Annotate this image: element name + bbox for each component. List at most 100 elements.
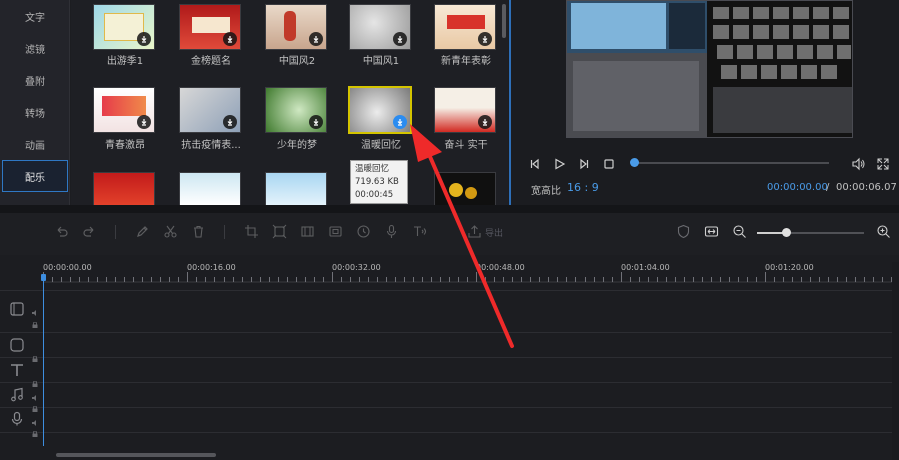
overlay-track-glyph <box>10 338 24 352</box>
stop-icon <box>604 159 614 169</box>
microphone-icon <box>11 411 23 426</box>
sidebar-item-music[interactable]: 配乐 <box>2 160 68 192</box>
panel-splitter[interactable] <box>0 205 899 213</box>
play-button[interactable] <box>551 156 567 172</box>
media-tile-outing[interactable] <box>93 4 155 50</box>
sidebar-item-overlay[interactable]: 叠附 <box>0 64 70 96</box>
track-audio-icon[interactable] <box>32 411 38 426</box>
sidebar-item-transitions[interactable]: 转场 <box>0 96 70 128</box>
prev-frame-button[interactable] <box>527 156 543 172</box>
edit-button[interactable] <box>133 222 151 240</box>
text-to-speech-button[interactable] <box>410 222 428 240</box>
stop-button[interactable] <box>601 156 617 172</box>
delete-button[interactable] <box>189 222 207 240</box>
media-tooltip: 温暖回忆 719.63 KB 00:00:45 <box>350 160 408 204</box>
track-lock-icon[interactable] <box>32 372 38 387</box>
download-icon[interactable] <box>393 115 407 129</box>
media-tile-flowers[interactable] <box>434 172 496 205</box>
download-icon[interactable] <box>223 115 237 129</box>
step-forward-icon <box>580 158 589 170</box>
time-separator: / <box>826 182 830 193</box>
sidebar-item-text[interactable]: 文字 <box>0 0 70 32</box>
playback-progress-knob[interactable] <box>630 158 639 167</box>
download-icon[interactable] <box>393 32 407 46</box>
zoom-out-button[interactable] <box>730 222 748 240</box>
download-icon[interactable] <box>137 32 151 46</box>
media-tile-strive[interactable] <box>434 87 496 133</box>
track-divider <box>0 432 892 433</box>
music-note-icon <box>11 387 23 402</box>
thumbnail-banner <box>102 96 146 116</box>
media-tile-sky[interactable] <box>179 172 241 205</box>
media-tile-label: 少年的梦 <box>277 140 317 151</box>
media-tile-red[interactable] <box>93 172 155 205</box>
record-voice-button[interactable] <box>382 222 400 240</box>
mosaic-button[interactable] <box>326 222 344 240</box>
thumbnail-card <box>192 17 230 33</box>
track-lock-icon[interactable] <box>32 313 38 328</box>
fullscreen-icon <box>877 158 889 170</box>
crop-button[interactable] <box>242 222 260 240</box>
marker-button[interactable] <box>674 222 692 240</box>
redo-button[interactable] <box>80 222 98 240</box>
scrollbar-thumb[interactable] <box>56 453 216 457</box>
scrollbar-thumb[interactable] <box>502 4 506 38</box>
cut-button[interactable] <box>161 222 179 240</box>
library-sidebar: 文字 滤镜 叠附 转场 动画 配乐 <box>0 0 70 205</box>
ruler-label: 00:00:16.00 <box>187 263 236 272</box>
ruler-label: 00:00:48.00 <box>476 263 525 272</box>
sidebar-item-animation[interactable]: 动画 <box>0 128 70 160</box>
total-time: 00:00:06.07 <box>836 182 897 193</box>
speed-button[interactable] <box>354 222 372 240</box>
tooltip-duration: 00:00:45 <box>355 190 394 200</box>
aspect-ratio-value[interactable]: 16 : 9 <box>567 181 599 194</box>
media-tile-chinese-2[interactable] <box>265 4 327 50</box>
library-scrollbar[interactable] <box>500 0 508 205</box>
track-audio-icon[interactable] <box>32 386 38 401</box>
playback-progress-track[interactable] <box>634 162 829 164</box>
track-divider <box>0 290 892 291</box>
download-icon[interactable] <box>137 115 151 129</box>
zoom-in-button[interactable] <box>874 222 892 240</box>
timeline-horizontal-scrollbar[interactable] <box>50 452 890 458</box>
zoom-slider-knob[interactable] <box>782 228 791 237</box>
ruler-label: 00:01:04.00 <box>621 263 670 272</box>
media-tile-exam[interactable] <box>179 4 241 50</box>
next-frame-button[interactable] <box>576 156 592 172</box>
sidebar-item-label: 转场 <box>25 108 45 120</box>
resize-button[interactable] <box>270 222 288 240</box>
fullscreen-button[interactable] <box>875 156 891 172</box>
playhead-handle[interactable] <box>41 274 46 281</box>
download-icon[interactable] <box>309 32 323 46</box>
media-tile-warm-memories[interactable] <box>348 86 412 134</box>
media-tile-youth-dream[interactable] <box>265 87 327 133</box>
track-divider <box>0 357 892 358</box>
ruler-label: 00:01:20.00 <box>765 263 814 272</box>
timeline-vertical-scrollbar[interactable] <box>892 262 899 460</box>
playhead[interactable] <box>43 278 44 446</box>
track-lock-icon[interactable] <box>32 422 38 437</box>
fit-timeline-button[interactable] <box>702 222 720 240</box>
undo-button[interactable] <box>52 222 70 240</box>
timeline-ruler[interactable]: 00:00:00.00 00:00:16.00 00:00:32.00 00:0… <box>43 262 892 288</box>
volume-button[interactable] <box>849 156 867 172</box>
track-lock-icon[interactable] <box>32 397 38 412</box>
ruler-label: 00:00:32.00 <box>332 263 381 272</box>
download-icon[interactable] <box>478 32 492 46</box>
thumbnail-image <box>94 173 154 205</box>
media-tile-epidemic[interactable] <box>179 87 241 133</box>
split-screen-button[interactable] <box>298 222 316 240</box>
sidebar-item-filters[interactable]: 滤镜 <box>0 32 70 64</box>
track-lock-icon[interactable] <box>32 347 38 362</box>
media-tile-new-youth[interactable] <box>434 4 496 50</box>
download-icon[interactable] <box>223 32 237 46</box>
media-tile-blue[interactable] <box>265 172 327 205</box>
track-audio-icon[interactable] <box>32 301 38 316</box>
export-button[interactable] <box>465 222 483 240</box>
download-icon[interactable] <box>478 115 492 129</box>
download-icon[interactable] <box>309 115 323 129</box>
media-library-grid: 出游季1 金榜题名 中国风2 中国风1 新青年表彰 青春激昂 抗击疫情表... … <box>71 0 507 205</box>
media-tile-label: 温暖回忆 <box>361 140 401 151</box>
media-tile-youth[interactable] <box>93 87 155 133</box>
media-tile-chinese-1[interactable] <box>349 4 411 50</box>
